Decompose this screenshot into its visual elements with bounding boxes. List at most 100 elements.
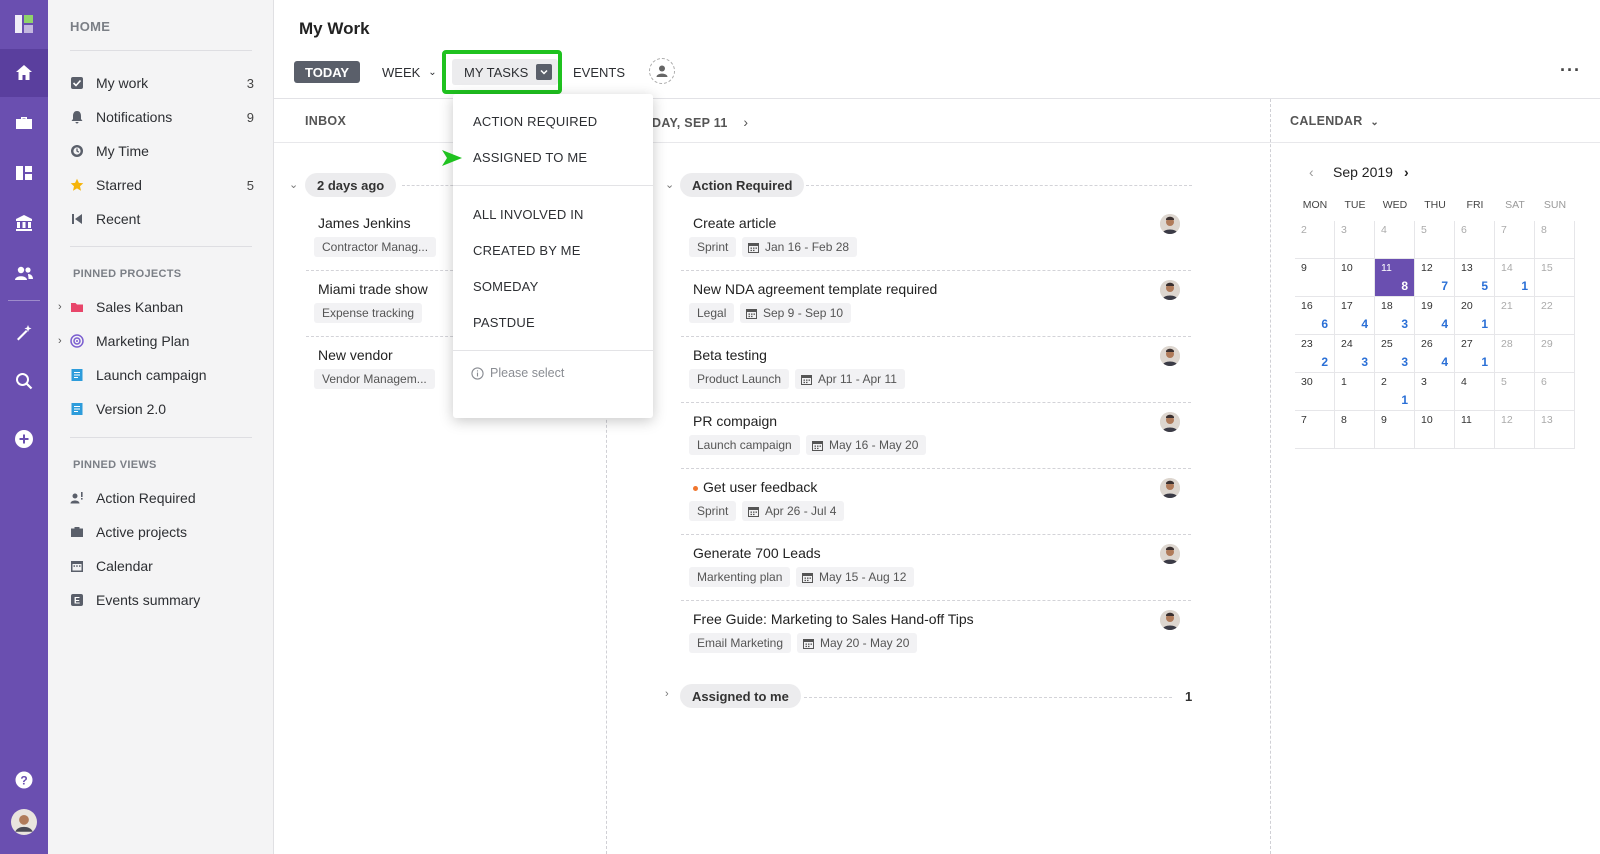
calendar-day[interactable]: 30 [1295,373,1335,411]
calendar-day[interactable]: 6 [1455,221,1495,259]
calendar-day[interactable]: 25 3 [1375,335,1415,373]
sidebar-view-events-summary[interactable]: E Events summary [70,587,254,613]
chevron-left-icon[interactable]: ‹ [1309,164,1314,180]
assignee-avatar[interactable] [1160,214,1180,234]
assignee-avatar[interactable] [1160,478,1180,498]
task-title[interactable]: New NDA agreement template required [693,281,937,297]
calendar-day[interactable]: 11 8 [1375,259,1415,297]
home-icon[interactable] [0,49,48,97]
magic-wand-icon[interactable] [0,309,48,357]
calendar-day[interactable]: 14 1 [1495,259,1535,297]
assignee-avatar[interactable] [1160,412,1180,432]
chevron-right-icon[interactable]: › [1404,164,1409,180]
calendar-day[interactable]: 24 3 [1335,335,1375,373]
calendar-day[interactable]: 5 [1495,373,1535,411]
calendar-day[interactable]: 22 [1535,297,1575,335]
calendar-day[interactable]: 18 3 [1375,297,1415,335]
calendar-day[interactable]: 6 [1535,373,1575,411]
chevron-right-icon[interactable]: › [58,335,62,347]
calendar-day[interactable]: 8 [1335,411,1375,449]
task-title[interactable]: Beta testing [693,347,767,363]
calendar-header[interactable]: CALENDAR ⌄ [1290,114,1379,128]
logo-icon[interactable] [0,0,48,48]
menu-item-all-involved-in[interactable]: ALL INVOLVED IN [473,207,584,222]
chevron-right-icon[interactable]: › [665,688,669,700]
briefcase-icon[interactable] [0,99,48,147]
sidebar-item-my-work[interactable]: My work 3 [70,70,254,96]
calendar-day[interactable]: 13 [1535,411,1575,449]
calendar-day[interactable]: 8 [1535,221,1575,259]
assignee-avatar[interactable] [1160,610,1180,630]
assignee-avatar[interactable] [1160,544,1180,564]
sidebar-view-calendar[interactable]: Calendar [70,553,254,579]
sidebar-view-action-required[interactable]: Action Required [70,485,254,511]
sidebar-item-my-time[interactable]: My Time [70,138,254,164]
calendar-day[interactable]: 12 7 [1415,259,1455,297]
sidebar-project-version-2[interactable]: Version 2.0 [70,396,254,422]
inbox-item-title[interactable]: James Jenkins [318,215,411,231]
inbox-item-title[interactable]: Miami trade show [318,281,428,297]
chevron-down-icon[interactable]: ⌄ [665,178,674,191]
calendar-day[interactable]: 20 1 [1455,297,1495,335]
calendar-day[interactable]: 3 [1415,373,1455,411]
task-title[interactable]: Create article [693,215,776,231]
menu-item-created-by-me[interactable]: CREATED BY ME [473,243,581,258]
menu-item-pastdue[interactable]: PASTDUE [473,315,535,330]
calendar-day[interactable]: 3 [1335,221,1375,259]
sidebar-view-active-projects[interactable]: Active projects [70,519,254,545]
calendar-day[interactable]: 9 [1375,411,1415,449]
calendar-day[interactable]: 4 [1375,221,1415,259]
events-tab[interactable]: EVENTS [573,60,625,84]
menu-item-assigned-to-me[interactable]: ASSIGNED TO ME [473,150,587,165]
week-dropdown[interactable]: WEEK ⌄ [382,60,437,84]
calendar-day[interactable]: 17 4 [1335,297,1375,335]
menu-item-action-required[interactable]: ACTION REQUIRED [473,114,597,129]
task-title[interactable]: Generate 700 Leads [693,545,821,561]
calendar-day[interactable]: 23 2 [1295,335,1335,373]
calendar-day[interactable]: 10 [1415,411,1455,449]
calendar-day[interactable]: 16 6 [1295,297,1335,335]
more-options-icon[interactable]: ··· [1560,60,1581,81]
user-avatar[interactable] [0,798,48,846]
sidebar-project-marketing-plan[interactable]: › Marketing Plan [58,328,254,354]
task-title[interactable]: PR compaign [693,413,777,429]
chevron-right-icon[interactable]: › [58,301,62,313]
calendar-day[interactable]: 7 [1295,411,1335,449]
calendar-day[interactable]: 15 [1535,259,1575,297]
calendar-day[interactable]: 5 [1415,221,1455,259]
assignee-avatar[interactable] [1160,280,1180,300]
calendar-day[interactable]: 1 [1335,373,1375,411]
calendar-day[interactable]: 2 [1295,221,1335,259]
user-filter-icon[interactable] [649,58,675,84]
calendar-day[interactable]: 12 [1495,411,1535,449]
menu-item-someday[interactable]: SOMEDAY [473,279,538,294]
calendar-day[interactable]: 11 [1455,411,1495,449]
calendar-day[interactable]: 13 5 [1455,259,1495,297]
calendar-day[interactable]: 26 4 [1415,335,1455,373]
chevron-down-icon[interactable]: ⌄ [289,178,298,191]
calendar-day[interactable]: 19 4 [1415,297,1455,335]
inbox-item-title[interactable]: New vendor [318,347,393,363]
task-title[interactable]: Free Guide: Marketing to Sales Hand-off … [693,611,974,627]
users-icon[interactable] [0,249,48,297]
calendar-day[interactable]: 21 [1375,373,1415,411]
today-button[interactable]: TODAY [294,61,361,83]
calendar-day[interactable]: 28 [1495,335,1535,373]
calendar-day[interactable]: 27 1 [1455,335,1495,373]
calendar-day[interactable]: 4 [1455,373,1495,411]
calendar-day[interactable]: 10 [1335,259,1375,297]
task-title[interactable]: Get user feedback [703,479,817,495]
assignee-avatar[interactable] [1160,346,1180,366]
calendar-day[interactable]: 9 [1295,259,1335,297]
sidebar-project-sales-kanban[interactable]: › Sales Kanban [58,294,254,320]
calendar-day[interactable]: 29 [1535,335,1575,373]
calendar-day[interactable]: 21 [1495,297,1535,335]
sidebar-item-notifications[interactable]: Notifications 9 [70,104,254,130]
search-icon[interactable] [0,357,48,405]
calendar-day[interactable]: 7 [1495,221,1535,259]
help-icon[interactable]: ? [0,756,48,804]
day-header[interactable]: DAY, SEP 11 › [652,114,748,130]
sidebar-project-launch-campaign[interactable]: Launch campaign [70,362,254,388]
chevron-right-icon[interactable]: › [743,114,748,130]
my-tasks-dropdown[interactable]: MY TASKS [452,59,559,85]
